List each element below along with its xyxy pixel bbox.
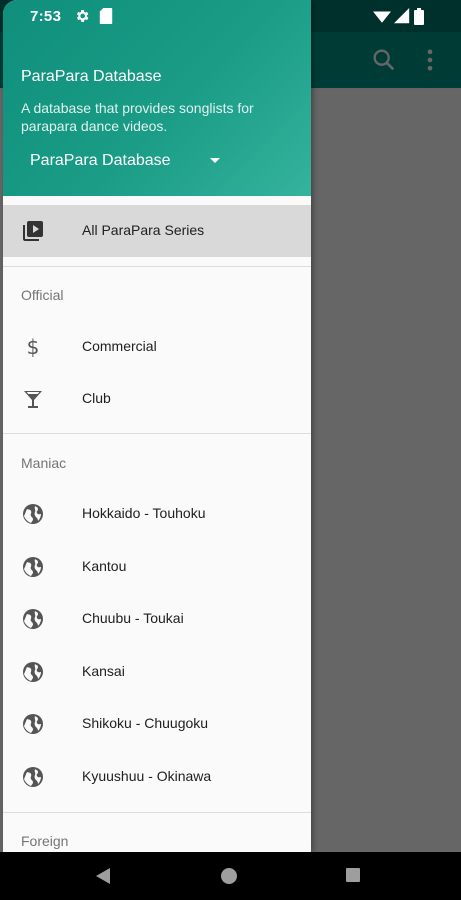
- nav-item-label: Kyuushuu - Okinawa: [82, 768, 212, 784]
- wifi-icon: [373, 11, 391, 23]
- nav-item-label: Kansai: [82, 663, 125, 679]
- dropdown-arrow-icon[interactable]: [208, 156, 222, 166]
- nav-item-kyuushuu-okinawa[interactable]: Kyuushuu - Okinawa: [3, 751, 311, 803]
- dollar-icon: $: [27, 335, 40, 359]
- drawer-subtitle: A database that provides songlists for p…: [21, 100, 254, 134]
- globe-icon: [23, 557, 43, 577]
- divider: [3, 433, 311, 434]
- video-library-icon: [23, 221, 43, 241]
- nav-item-commercial[interactable]: $ Commercial: [3, 321, 311, 373]
- nav-item-all-series[interactable]: All ParaPara Series: [3, 205, 311, 257]
- nav-item-chuubu-toukai[interactable]: Chuubu - Toukai: [3, 593, 311, 645]
- sd-card-icon: [99, 8, 113, 24]
- nav-item-kantou[interactable]: Kantou: [3, 541, 311, 593]
- nav-item-label: Commercial: [82, 338, 157, 354]
- navigation-drawer: ParaPara Database A database that provid…: [3, 0, 311, 852]
- section-title-foreign: Foreign: [21, 833, 69, 849]
- nav-item-label: Club: [82, 390, 111, 406]
- nav-item-club[interactable]: Club: [3, 373, 311, 425]
- recents-icon[interactable]: [345, 867, 361, 883]
- divider: [3, 812, 311, 813]
- nav-item-hokkaido-touhoku[interactable]: Hokkaido - Touhoku: [3, 488, 311, 540]
- svg-text:$: $: [27, 335, 40, 359]
- gear-icon: [76, 10, 89, 22]
- section-title-maniac: Maniac: [21, 455, 67, 471]
- nav-item-label: Shikoku - Chuugoku: [82, 715, 209, 731]
- globe-icon: [23, 504, 43, 524]
- globe-icon: [23, 767, 43, 787]
- status-time: 7:53: [30, 8, 62, 25]
- globe-icon: [23, 662, 43, 682]
- section-title-official: Official: [21, 287, 64, 303]
- drawer-title: ParaPara Database: [21, 68, 162, 85]
- home-icon[interactable]: [220, 867, 238, 885]
- nav-item-shikoku-chuugoku[interactable]: Shikoku - Chuugoku: [3, 698, 311, 750]
- nav-item-label: Kantou: [82, 558, 127, 574]
- cocktail-icon: [24, 391, 42, 408]
- globe-icon: [23, 714, 43, 734]
- back-icon[interactable]: [94, 867, 112, 885]
- database-dropdown[interactable]: ParaPara Database: [30, 152, 171, 170]
- nav-item-kansai[interactable]: Kansai: [3, 646, 311, 698]
- nav-item-label: Hokkaido - Touhoku: [82, 505, 206, 521]
- signal-icon: [394, 8, 410, 24]
- globe-icon: [23, 609, 43, 629]
- battery-icon: [414, 8, 424, 25]
- nav-item-label: Chuubu - Toukai: [82, 610, 184, 626]
- divider: [3, 266, 311, 267]
- nav-item-label: All ParaPara Series: [82, 222, 205, 238]
- status-bar: 7:53: [0, 0, 461, 32]
- system-nav-bar: [0, 852, 461, 900]
